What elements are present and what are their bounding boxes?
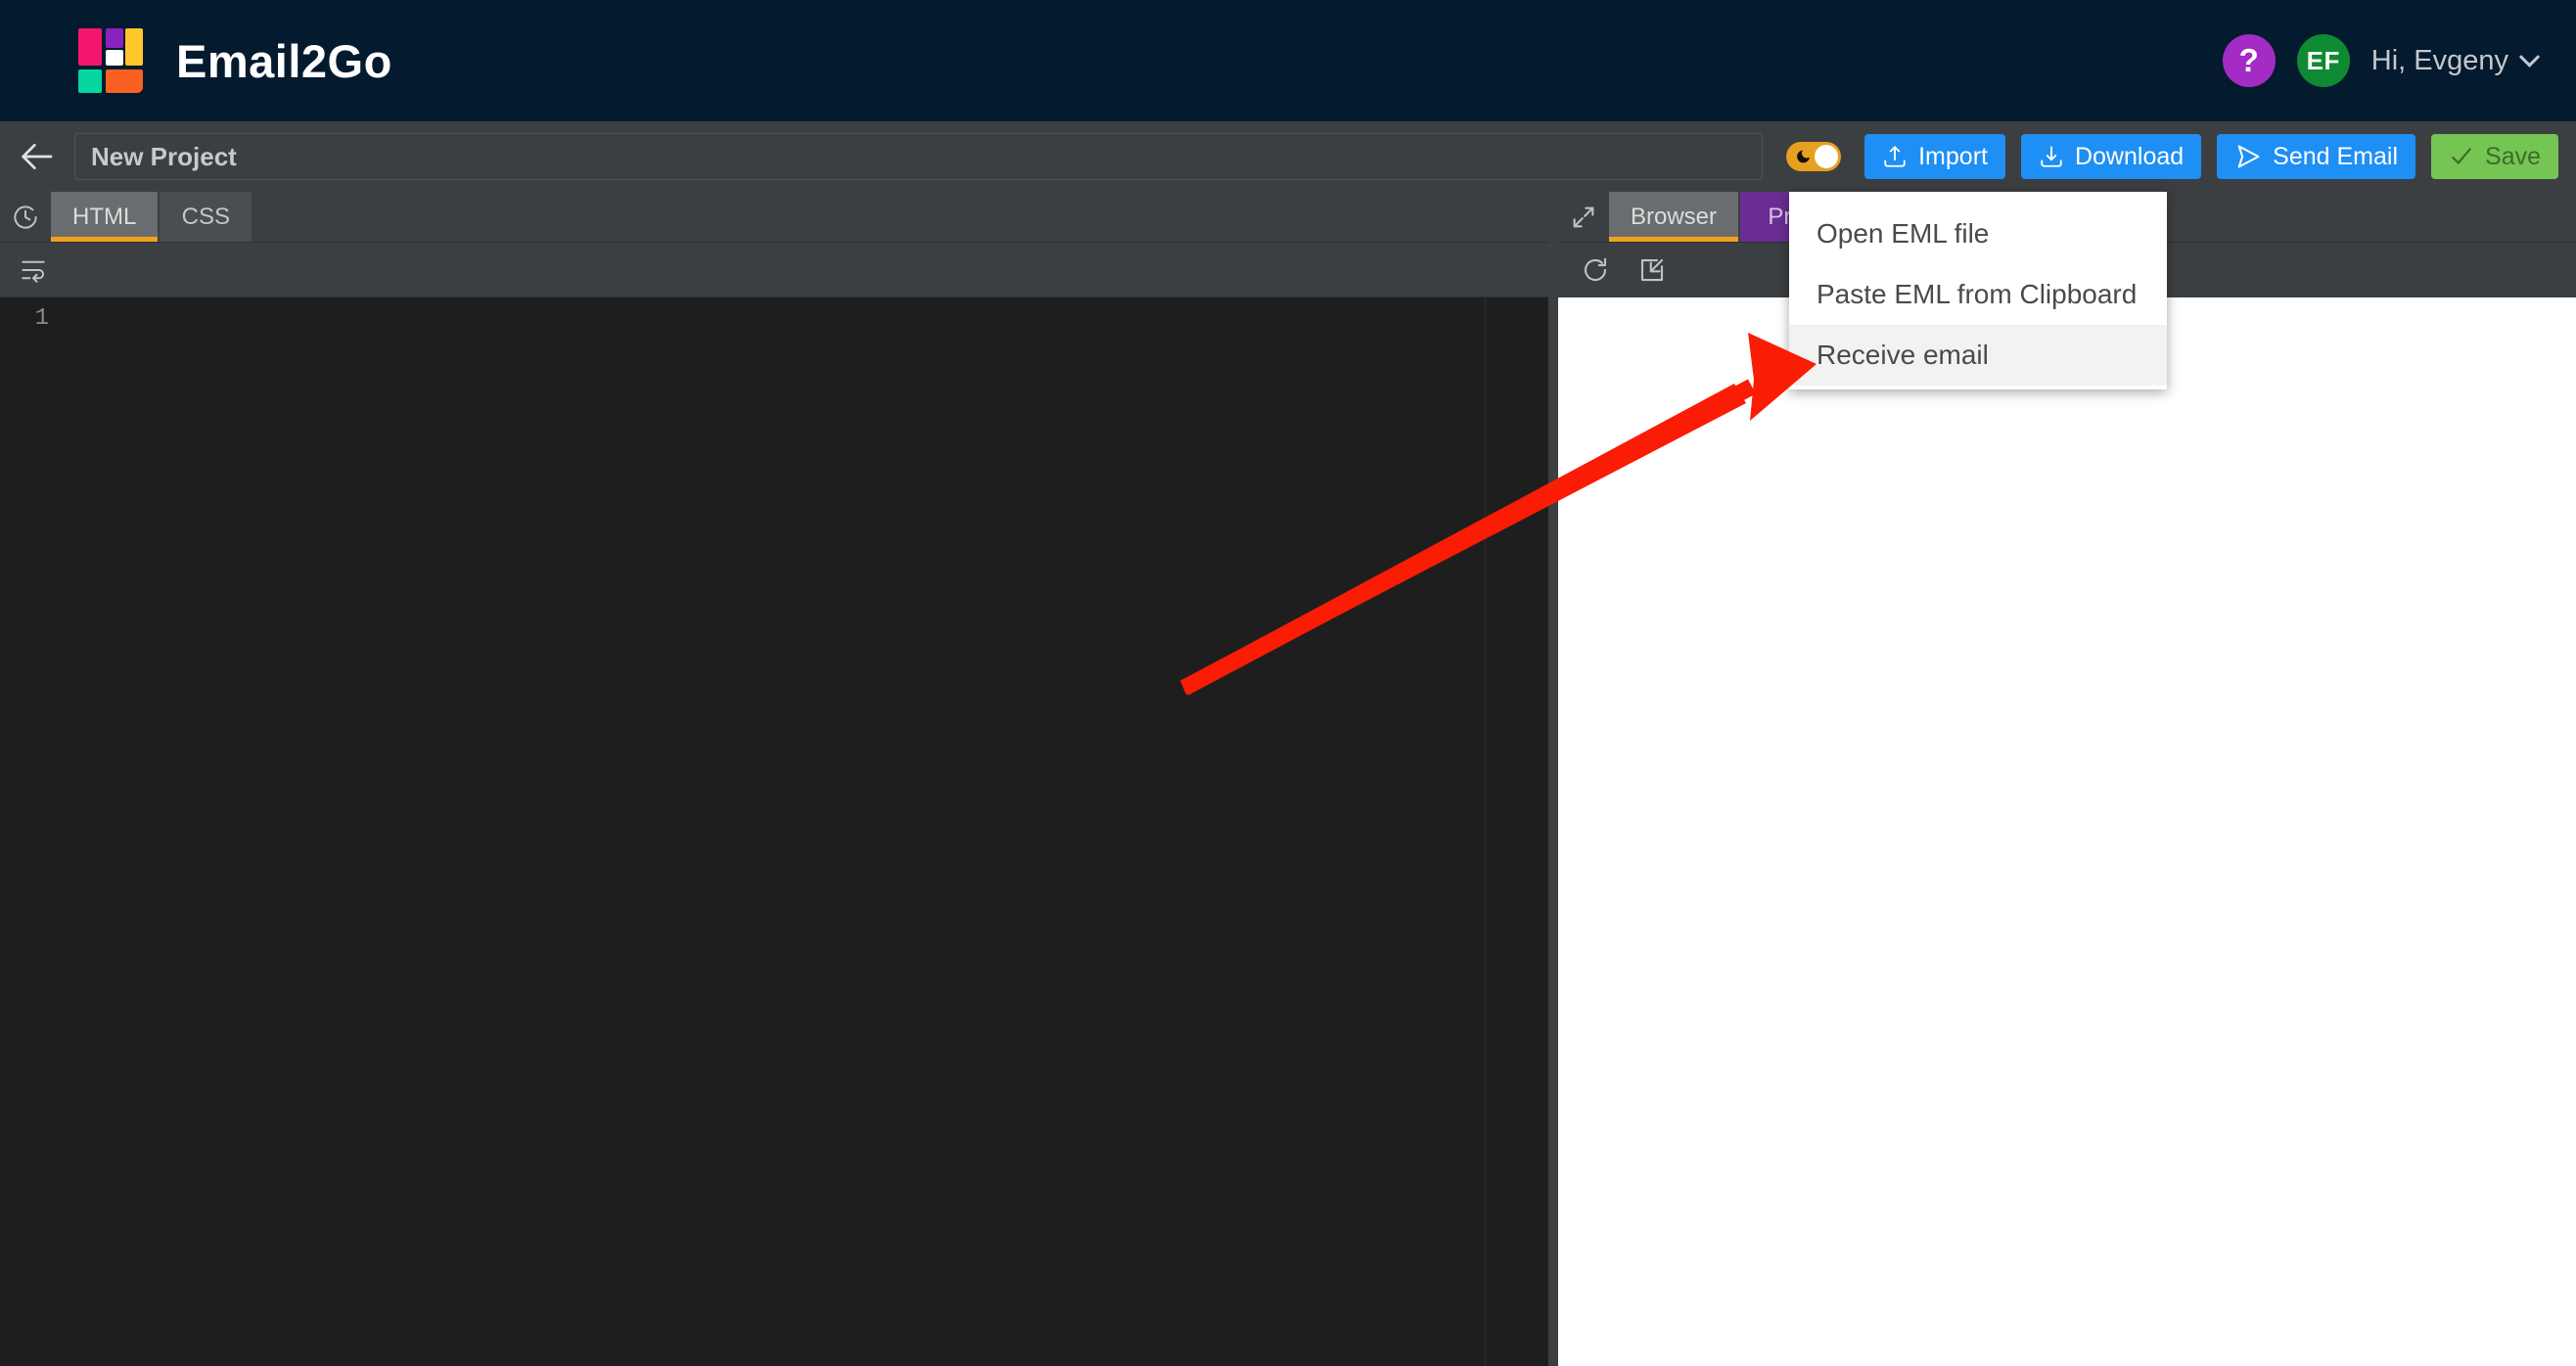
send-icon: [2234, 143, 2262, 170]
tab-html-label: HTML: [72, 203, 137, 230]
code-area[interactable]: [61, 297, 1548, 1366]
chevron-down-icon: [2518, 46, 2541, 68]
download-label: Download: [2074, 142, 2185, 170]
history-clock-icon[interactable]: [0, 192, 51, 242]
editor-body[interactable]: 1: [0, 297, 1548, 1366]
line-number: 1: [34, 305, 49, 332]
import-button[interactable]: Import: [1864, 134, 2005, 179]
download-icon: [2039, 144, 2064, 169]
project-name-input[interactable]: [74, 133, 1764, 180]
check-icon: [2449, 144, 2474, 169]
word-wrap-icon[interactable]: [10, 249, 57, 292]
editor-gutter: 1: [0, 297, 61, 1366]
email2go-logo-icon: [78, 28, 143, 93]
send-email-button[interactable]: Send Email: [2217, 134, 2416, 179]
expand-diagonal-icon[interactable]: [1558, 192, 1609, 242]
brand-name: Email2Go: [176, 34, 392, 87]
back-arrow-icon[interactable]: [14, 134, 59, 179]
toggle-knob: [1815, 145, 1839, 168]
project-toolbar: Import Download Send Email: [0, 121, 2576, 192]
help-button[interactable]: ?: [2222, 34, 2276, 87]
menu-item-label: Open EML file: [1817, 218, 1990, 249]
menu-item-label: Paste EML from Clipboard: [1817, 279, 2138, 309]
menu-item-label: Receive email: [1817, 340, 1989, 370]
tab-css-label: CSS: [181, 203, 231, 230]
save-label: Save: [2485, 142, 2541, 170]
question-mark-icon: ?: [2238, 42, 2259, 78]
app-header: Email2Go ? EF Hi, Evgeny: [0, 0, 2576, 121]
brand[interactable]: Email2Go: [78, 28, 392, 93]
avatar-initials: EF: [2306, 45, 2340, 75]
moon-icon: [1795, 147, 1811, 166]
open-in-new-window-icon[interactable]: [1629, 249, 1676, 292]
pane-divider[interactable]: [1548, 192, 1558, 1366]
main-split: HTML CSS 1 Browser Pre: [0, 192, 2576, 1366]
download-button[interactable]: Download: [2020, 134, 2202, 179]
editor-tabstrip: HTML CSS: [0, 192, 1548, 243]
editor-pane: HTML CSS 1: [0, 192, 1548, 1366]
header-right: ? EF Hi, Evgeny: [2222, 34, 2541, 87]
import-label: Import: [1918, 142, 1988, 170]
preview-canvas[interactable]: [1558, 297, 2576, 1366]
menu-item-paste-eml-from-clipboard[interactable]: Paste EML from Clipboard: [1789, 264, 2167, 325]
greeting-label: Hi, Evgeny: [2370, 44, 2508, 76]
app-root: Email2Go ? EF Hi, Evgeny New Project Imp…: [0, 0, 2576, 1366]
avatar[interactable]: EF: [2296, 34, 2350, 87]
send-email-label: Send Email: [2273, 142, 2399, 170]
tab-css[interactable]: CSS: [160, 192, 254, 242]
tab-html[interactable]: HTML: [51, 192, 161, 242]
menu-item-receive-email[interactable]: Receive email: [1789, 325, 2167, 386]
tab-browser-label: Browser: [1631, 203, 1718, 230]
user-menu[interactable]: Hi, Evgeny: [2370, 44, 2541, 77]
refresh-icon[interactable]: [1572, 249, 1619, 292]
editor-subtoolbar: [0, 243, 1548, 297]
tab-browser[interactable]: Browser: [1609, 192, 1741, 242]
menu-item-open-eml-file[interactable]: Open EML file: [1789, 204, 2167, 264]
import-dropdown-menu: Open EML file Paste EML from Clipboard R…: [1789, 192, 2167, 389]
save-button[interactable]: Save: [2431, 134, 2558, 179]
upload-icon: [1882, 144, 1908, 169]
editor-scroll-border: [1485, 297, 1486, 1366]
theme-toggle[interactable]: [1786, 142, 1842, 171]
